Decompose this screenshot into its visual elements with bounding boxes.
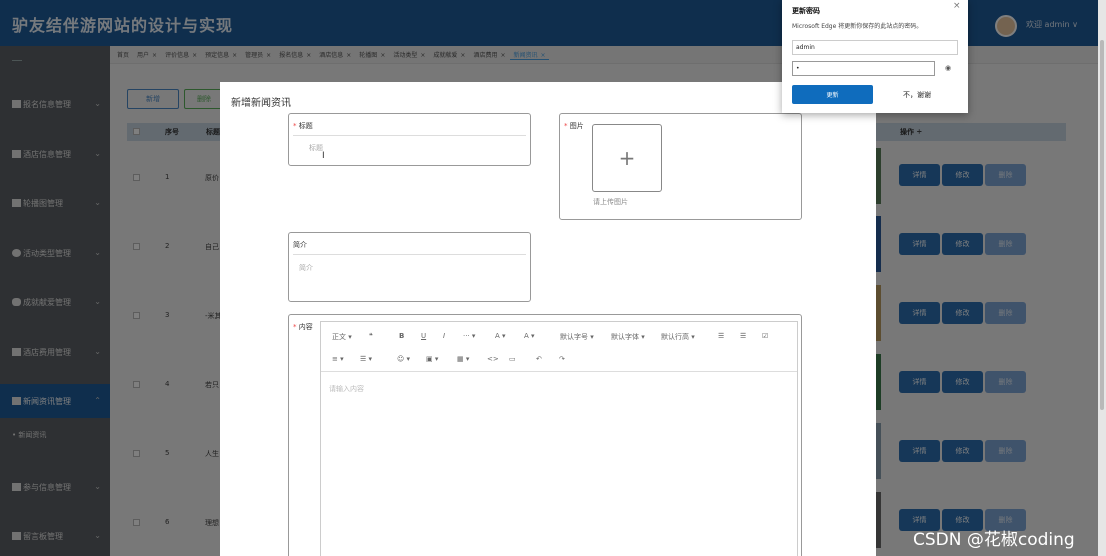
add-news-dialog: 新增新闻资讯 * 标题 标题 * 图片 + 请上传图片 简介 简介 * 内容 正…	[220, 82, 876, 556]
title-label: * 标题	[293, 122, 313, 130]
upload-button[interactable]: +	[592, 124, 662, 192]
underline-icon[interactable]: U	[421, 332, 426, 340]
password-update-popup: 更新密码 × Microsoft Edge 将更新你保存的此站点的密码。 adm…	[782, 0, 968, 113]
text-cursor-icon: I	[322, 151, 325, 161]
intro-label: 简介	[293, 241, 307, 249]
plus-icon: +	[618, 146, 636, 170]
dialog-title: 新增新闻资讯	[231, 98, 291, 109]
italic-icon[interactable]: I	[443, 332, 445, 340]
more-icon[interactable]: ··· ▾	[463, 332, 475, 340]
bulleted-list-icon[interactable]: ☰	[718, 332, 724, 340]
intro-field[interactable]: 简介 简介	[288, 232, 531, 302]
bold-icon[interactable]: B	[399, 332, 404, 340]
undo-icon[interactable]: ↶	[536, 355, 542, 363]
content-field: * 内容 正文 ▾ ❝ B U I ··· ▾ A ▾ A ▾ 默认字号 ▾ 默…	[288, 314, 802, 556]
update-password-button[interactable]: 更新	[792, 85, 873, 104]
line-height-select[interactable]: 默认行高 ▾	[661, 332, 695, 342]
page-scrollbar[interactable]	[1098, 0, 1106, 556]
paragraph-style-select[interactable]: 正文 ▾	[332, 332, 352, 342]
align-icon[interactable]: ≡ ▾	[332, 355, 344, 363]
intro-input[interactable]: 简介	[299, 263, 313, 273]
close-icon[interactable]: ×	[953, 1, 961, 11]
divider	[293, 254, 526, 255]
no-thanks-button[interactable]: 不，谢谢	[903, 90, 931, 100]
scrollbar-thumb[interactable]	[1100, 40, 1104, 410]
editor-toolbar: 正文 ▾ ❝ B U I ··· ▾ A ▾ A ▾ 默认字号 ▾ 默认字体 ▾…	[321, 322, 797, 372]
popup-title: 更新密码	[792, 7, 820, 15]
font-size-select[interactable]: 默认字号 ▾	[560, 332, 594, 342]
popup-description: Microsoft Edge 将更新你保存的此站点的密码。	[792, 23, 923, 30]
emoji-icon[interactable]: ☺ ▾	[397, 355, 410, 363]
indent-icon[interactable]: ☰ ▾	[360, 355, 372, 363]
upload-hint: 请上传图片	[593, 198, 628, 206]
username-field[interactable]: admin	[792, 40, 958, 55]
image-icon[interactable]: ▣ ▾	[426, 355, 438, 363]
content-label: * 内容	[293, 323, 313, 331]
watermark: CSDN @花椒coding	[913, 530, 1075, 550]
font-family-select[interactable]: 默认字体 ▾	[611, 332, 645, 342]
eye-icon[interactable]: ◉	[945, 64, 951, 72]
divider	[293, 135, 526, 136]
rich-text-editor[interactable]: 正文 ▾ ❝ B U I ··· ▾ A ▾ A ▾ 默认字号 ▾ 默认字体 ▾…	[320, 321, 798, 556]
image-label: * 图片	[564, 122, 584, 130]
code-icon[interactable]: <>	[487, 355, 499, 363]
password-field[interactable]: •	[792, 61, 935, 76]
todo-icon[interactable]: ☑	[762, 332, 768, 340]
quote-icon[interactable]: ❝	[369, 332, 373, 340]
redo-icon[interactable]: ↷	[559, 355, 565, 363]
numbered-list-icon[interactable]: ☰	[740, 332, 746, 340]
background-color-icon[interactable]: A ▾	[524, 332, 535, 340]
title-input[interactable]: 标题	[309, 143, 323, 153]
table-icon[interactable]: ▦ ▾	[457, 355, 469, 363]
font-color-icon[interactable]: A ▾	[495, 332, 506, 340]
divider-icon[interactable]: ▭	[509, 355, 516, 363]
editor-placeholder: 请输入内容	[329, 385, 364, 393]
image-field: * 图片 + 请上传图片	[559, 113, 802, 220]
